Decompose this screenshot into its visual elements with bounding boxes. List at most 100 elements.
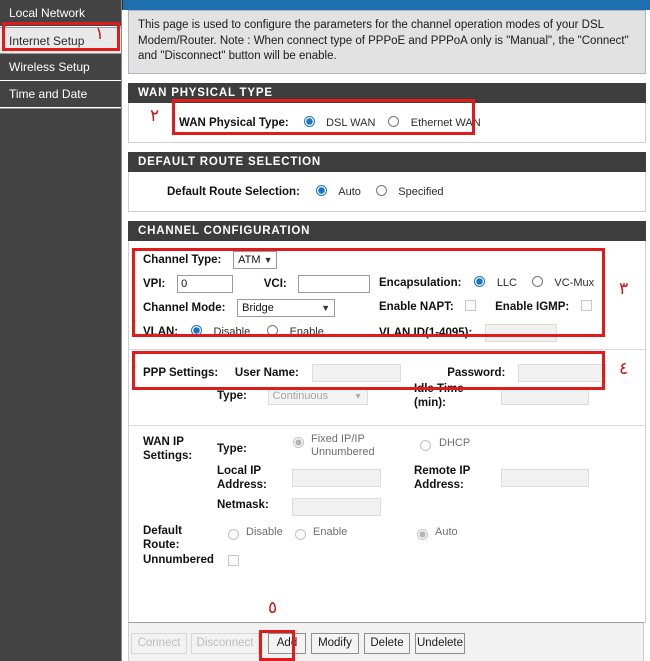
page-description-panel: This page is used to configure the param… bbox=[128, 10, 646, 74]
disconnect-button[interactable]: Disconnect bbox=[191, 633, 259, 654]
radio-default-route-specified-label: Specified bbox=[398, 185, 444, 198]
radio-vlan-disable-label: Disable bbox=[213, 325, 251, 338]
channel-mode-value: Bridge bbox=[242, 301, 274, 314]
radio-encapsulation-vcmux-label: VC-Mux bbox=[554, 276, 595, 289]
divider bbox=[129, 348, 645, 350]
radio-vlan-enable-label: Enable bbox=[289, 325, 324, 338]
section-header-channel-configuration: CHANNEL CONFIGURATION bbox=[128, 220, 646, 241]
ppp-settings-label: PPP Settings: bbox=[143, 366, 219, 379]
ppp-type-select[interactable]: Continuous ▼ bbox=[267, 386, 368, 405]
section-body-default-route-selection: Default Route Selection: Auto Specified bbox=[128, 171, 646, 212]
radio-wan-default-route-enable[interactable] bbox=[295, 528, 306, 540]
wan-ip-settings-label: WAN IP Settings: bbox=[143, 435, 193, 462]
section-header-wan-physical-type: WAN PHYSICAL TYPE bbox=[128, 82, 646, 103]
wan-default-route-label: Default Route: bbox=[143, 524, 182, 551]
row-ppp-type: Type: Continuous ▼ bbox=[217, 386, 368, 405]
section-body-channel-configuration: Channel Type: ATM ▼ VPI: VCI: bbox=[128, 240, 646, 623]
vlan-label: VLAN: bbox=[143, 325, 179, 338]
ppp-password-input[interactable] bbox=[518, 363, 607, 382]
chevron-down-icon: ▼ bbox=[263, 254, 273, 265]
radio-encapsulation-llc[interactable] bbox=[474, 275, 486, 287]
ppp-idle-time-input[interactable] bbox=[501, 386, 589, 405]
section-channel-configuration: CHANNEL CONFIGURATION Channel Type: ATM … bbox=[128, 220, 646, 623]
channel-type-value: ATM bbox=[238, 253, 261, 266]
local-ip-address-label: Local IP Address: bbox=[217, 464, 267, 491]
row-vlan-id: VLAN ID(1-4095): bbox=[379, 323, 557, 342]
remote-ip-address-input[interactable] bbox=[501, 468, 589, 487]
top-accent-bar bbox=[122, 0, 650, 10]
radio-default-route-auto[interactable] bbox=[315, 184, 327, 196]
vpi-label: VPI: bbox=[143, 277, 166, 290]
connect-button[interactable]: Connect bbox=[131, 633, 187, 654]
checkbox-enable-napt[interactable] bbox=[465, 299, 477, 311]
channel-mode-select[interactable]: Bridge ▼ bbox=[237, 298, 336, 317]
chevron-down-icon: ▼ bbox=[353, 390, 363, 401]
enable-napt-label: Enable NAPT: bbox=[379, 300, 454, 313]
ppp-password-label: Password: bbox=[447, 366, 506, 379]
modify-button[interactable]: Modify bbox=[311, 633, 359, 654]
section-header-default-route-selection: DEFAULT ROUTE SELECTION bbox=[128, 151, 646, 172]
row-channel-type: Channel Type: ATM ▼ bbox=[143, 250, 278, 269]
radio-vlan-disable[interactable] bbox=[190, 324, 202, 336]
vci-label: VCI: bbox=[263, 277, 287, 290]
checkbox-enable-igmp[interactable] bbox=[580, 299, 592, 311]
channel-type-select[interactable]: ATM ▼ bbox=[233, 250, 278, 269]
sidebar-item-label: Wireless Setup bbox=[9, 60, 90, 74]
content-area: This page is used to configure the param… bbox=[122, 0, 650, 661]
wan-physical-type-label: WAN Physical Type: bbox=[179, 116, 289, 129]
channel-mode-label: Channel Mode: bbox=[143, 301, 226, 314]
radio-wan-default-route-disable-label: Disable bbox=[246, 525, 283, 538]
checkbox-unnumbered[interactable] bbox=[228, 554, 239, 566]
sidebar-item-local-network[interactable]: Local Network bbox=[0, 0, 121, 27]
radio-encapsulation-llc-label: LLC bbox=[496, 276, 517, 289]
row-ppp-settings: PPP Settings: User Name: Password: bbox=[143, 363, 607, 382]
encapsulation-label: Encapsulation: bbox=[379, 276, 462, 289]
sidebar-item-label: Local Network bbox=[9, 6, 86, 20]
sidebar-item-wireless-setup[interactable]: Wireless Setup bbox=[0, 54, 121, 81]
radio-encapsulation-vcmux[interactable] bbox=[531, 275, 543, 287]
section-default-route-selection: DEFAULT ROUTE SELECTION Default Route Se… bbox=[128, 151, 646, 212]
annotation-number-step2: ٢ bbox=[150, 106, 160, 126]
sidebar-item-time-and-date[interactable]: Time and Date bbox=[0, 81, 121, 108]
action-button-bar: Connect Disconnect Add Modify Delete Und… bbox=[128, 622, 644, 661]
ppp-idle-time-label: Idle Time (min): bbox=[414, 382, 464, 409]
sidebar-empty-area bbox=[0, 108, 121, 661]
ppp-user-name-label: User Name: bbox=[234, 366, 299, 379]
ppp-type-label: Type: bbox=[217, 389, 247, 402]
sidebar-item-label: Time and Date bbox=[9, 87, 88, 101]
add-button[interactable]: Add bbox=[268, 633, 306, 654]
row-vpi-vci: VPI: VCI: bbox=[143, 274, 371, 293]
radio-default-route-auto-label: Auto bbox=[338, 185, 361, 198]
section-body-wan-physical-type: WAN Physical Type: DSL WAN Ethernet WAN bbox=[128, 102, 646, 143]
vpi-input[interactable] bbox=[177, 274, 234, 293]
default-route-selection-label: Default Route Selection: bbox=[167, 185, 300, 198]
radio-ethernet-wan-label: Ethernet WAN bbox=[410, 116, 481, 129]
local-ip-address-input[interactable] bbox=[292, 468, 381, 487]
unnumbered-label: Unnumbered bbox=[143, 553, 214, 566]
netmask-label: Netmask: bbox=[217, 498, 269, 511]
section-wan-physical-type: WAN PHYSICAL TYPE WAN Physical Type: DSL… bbox=[128, 82, 646, 143]
annotation-number-step3: ٣ bbox=[619, 279, 629, 299]
wan-ip-type-label: Type: bbox=[217, 442, 247, 455]
netmask-input[interactable] bbox=[292, 497, 381, 516]
radio-wan-default-route-disable[interactable] bbox=[228, 528, 239, 540]
radio-ethernet-wan[interactable] bbox=[388, 115, 400, 127]
annotation-number-step1: ١ bbox=[95, 24, 105, 44]
radio-wan-ip-dhcp-label: DHCP bbox=[439, 436, 471, 449]
vci-input[interactable] bbox=[298, 274, 371, 293]
undelete-button[interactable]: Undelete bbox=[415, 633, 465, 654]
enable-igmp-label: Enable IGMP: bbox=[495, 300, 570, 313]
radio-wan-default-route-auto[interactable] bbox=[417, 528, 428, 540]
annotation-number-step4: ٤ bbox=[619, 359, 629, 379]
radio-wan-ip-dhcp[interactable] bbox=[420, 439, 431, 451]
radio-vlan-enable[interactable] bbox=[266, 324, 278, 336]
delete-button[interactable]: Delete bbox=[364, 633, 410, 654]
radio-dsl-wan[interactable] bbox=[304, 115, 316, 127]
ppp-user-name-input[interactable] bbox=[311, 363, 401, 382]
sidebar-item-label: Internet Setup bbox=[9, 34, 85, 48]
radio-wan-ip-fixed[interactable] bbox=[293, 436, 304, 448]
page-description-text: This page is used to configure the param… bbox=[138, 19, 629, 62]
radio-default-route-specified[interactable] bbox=[375, 184, 387, 196]
vlan-id-input[interactable] bbox=[485, 323, 557, 342]
row-encapsulation: Encapsulation: LLC VC-Mux bbox=[379, 275, 594, 289]
